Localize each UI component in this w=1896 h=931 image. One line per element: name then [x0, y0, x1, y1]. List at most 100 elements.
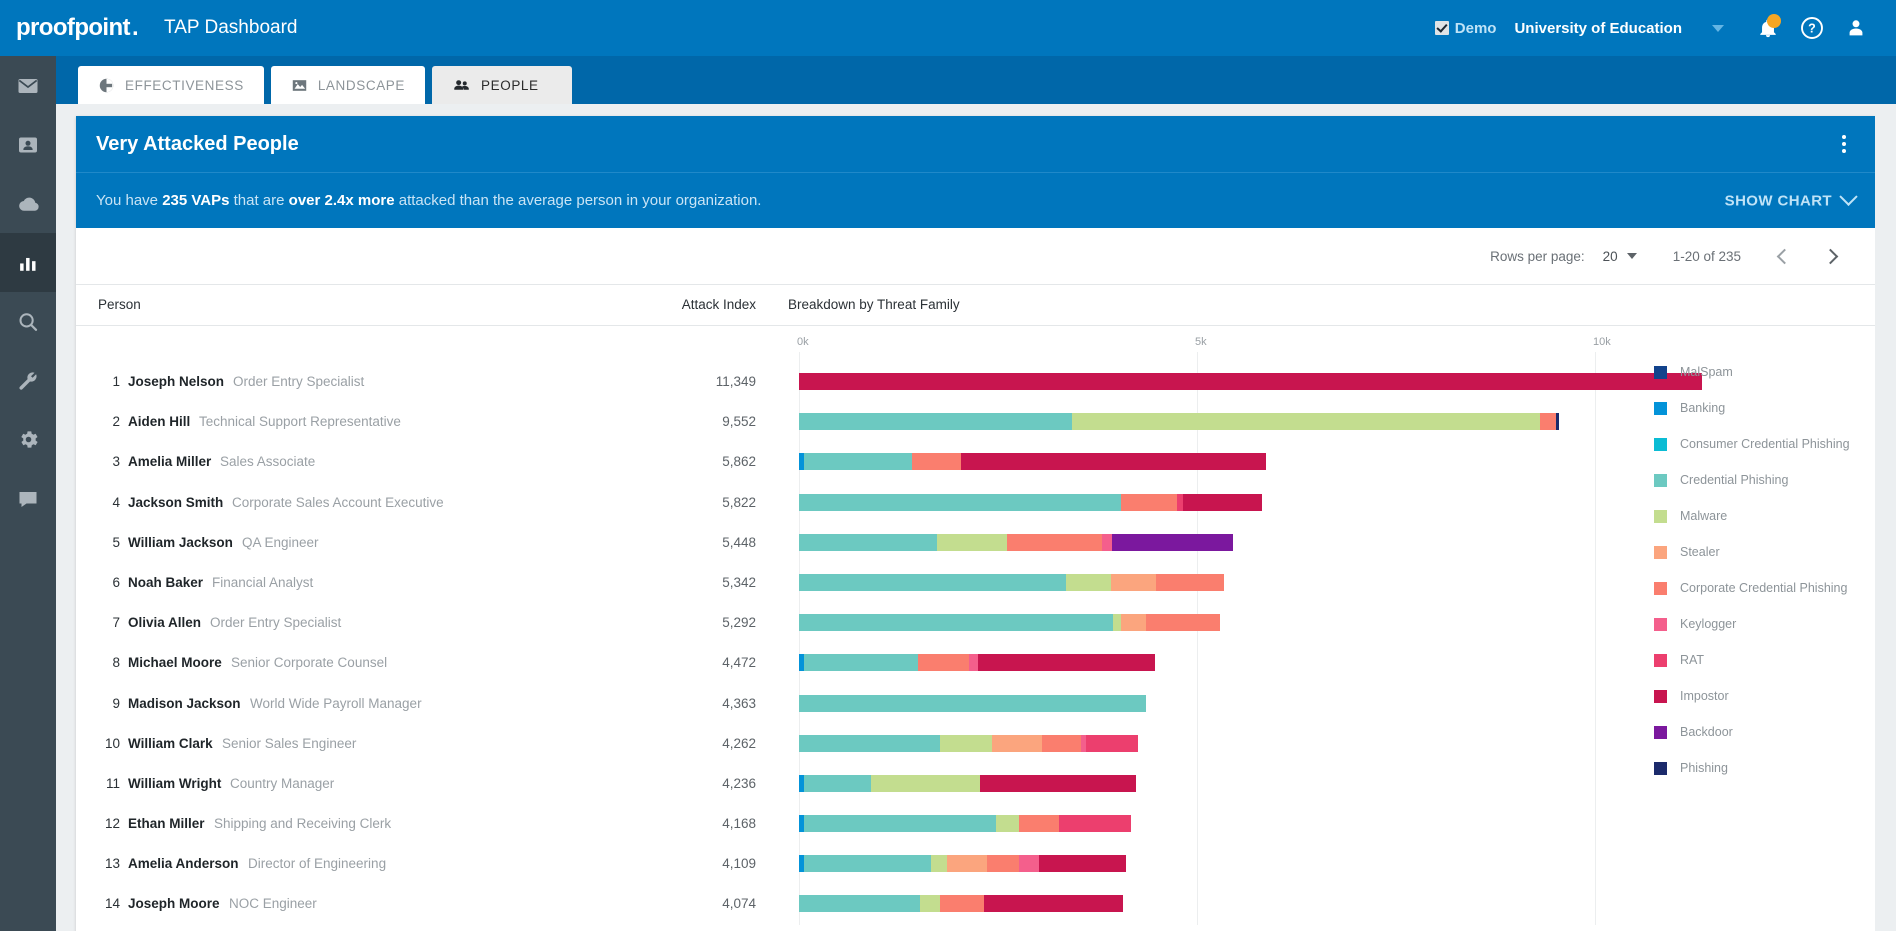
threat-breakdown-bar[interactable]: [799, 735, 1138, 752]
bar-segment[interactable]: [804, 654, 918, 671]
bar-segment[interactable]: [992, 735, 1041, 752]
demo-checkbox[interactable]: [1435, 21, 1449, 35]
table-row[interactable]: 11William WrightCountry Manager4,236: [76, 764, 1875, 804]
table-row[interactable]: 8Michael MooreSenior Corporate Counsel4,…: [76, 643, 1875, 683]
legend-item[interactable]: Phishing: [1654, 760, 1854, 776]
bar-segment[interactable]: [987, 855, 1019, 872]
column-header-attack-index[interactable]: Attack Index: [636, 297, 756, 312]
bar-segment[interactable]: [920, 895, 940, 912]
table-row[interactable]: 3Amelia MillerSales Associate5,862: [76, 442, 1875, 482]
bar-segment[interactable]: [931, 855, 947, 872]
person-name[interactable]: Ethan Miller: [128, 816, 205, 831]
threat-breakdown-bar[interactable]: [799, 775, 1136, 792]
tab-landscape[interactable]: LANDSCAPE: [271, 66, 425, 104]
person-name[interactable]: Aiden Hill: [128, 414, 190, 429]
legend-item[interactable]: Backdoor: [1654, 724, 1854, 740]
bar-segment[interactable]: [1042, 735, 1081, 752]
person-name[interactable]: William Clark: [128, 736, 213, 751]
threat-breakdown-bar[interactable]: [799, 895, 1123, 912]
table-row[interactable]: 5William JacksonQA Engineer5,448: [76, 523, 1875, 563]
bar-segment[interactable]: [947, 855, 987, 872]
bar-segment[interactable]: [804, 775, 871, 792]
previous-page-button[interactable]: [1761, 236, 1807, 276]
legend-item[interactable]: Corporate Credential Phishing: [1654, 580, 1854, 596]
proofpoint-logo[interactable]: proofpoint .: [16, 14, 138, 42]
bar-segment[interactable]: [1540, 413, 1556, 430]
bar-segment[interactable]: [1019, 855, 1040, 872]
table-row[interactable]: 13Amelia AndersonDirector of Engineering…: [76, 844, 1875, 884]
threat-breakdown-bar[interactable]: [799, 494, 1262, 511]
show-chart-button[interactable]: SHOW CHART: [1725, 192, 1855, 209]
table-row[interactable]: 6Noah BakerFinancial Analyst5,342: [76, 563, 1875, 603]
bar-segment[interactable]: [940, 735, 993, 752]
next-page-button[interactable]: [1807, 236, 1853, 276]
sidebar-item-mail[interactable]: [0, 56, 56, 115]
sidebar-item-cloud[interactable]: [0, 174, 56, 233]
bar-segment[interactable]: [1183, 494, 1263, 511]
column-header-breakdown[interactable]: Breakdown by Threat Family: [788, 297, 960, 312]
legend-item[interactable]: Keylogger: [1654, 616, 1854, 632]
bar-segment[interactable]: [1039, 855, 1126, 872]
bar-segment[interactable]: [1146, 614, 1220, 631]
table-row[interactable]: 4Jackson SmithCorporate Sales Account Ex…: [76, 483, 1875, 523]
bar-segment[interactable]: [978, 654, 1155, 671]
help-button[interactable]: ?: [1790, 6, 1834, 50]
bar-segment[interactable]: [804, 815, 996, 832]
bar-segment[interactable]: [1111, 574, 1156, 591]
user-account-button[interactable]: [1834, 6, 1878, 50]
sidebar-item-search[interactable]: [0, 292, 56, 351]
bar-segment[interactable]: [918, 654, 969, 671]
threat-breakdown-bar[interactable]: [799, 574, 1224, 591]
bar-segment[interactable]: [980, 775, 1136, 792]
person-name[interactable]: Madison Jackson: [128, 696, 241, 711]
bar-segment[interactable]: [984, 895, 1124, 912]
person-name[interactable]: Amelia Anderson: [128, 856, 239, 871]
person-name[interactable]: Noah Baker: [128, 575, 203, 590]
person-name[interactable]: William Wright: [128, 776, 221, 791]
threat-breakdown-bar[interactable]: [799, 373, 1702, 390]
threat-breakdown-bar[interactable]: [799, 815, 1131, 832]
legend-item[interactable]: Banking: [1654, 400, 1854, 416]
table-row[interactable]: 2Aiden HillTechnical Support Representat…: [76, 402, 1875, 442]
threat-breakdown-bar[interactable]: [799, 654, 1155, 671]
bar-segment[interactable]: [1556, 413, 1559, 430]
sidebar-item-support[interactable]: [0, 469, 56, 528]
legend-item[interactable]: Stealer: [1654, 544, 1854, 560]
threat-breakdown-bar[interactable]: [799, 453, 1266, 470]
bar-segment[interactable]: [799, 614, 1113, 631]
bar-segment[interactable]: [799, 534, 937, 551]
bar-segment[interactable]: [1007, 534, 1103, 551]
bar-segment[interactable]: [1121, 614, 1146, 631]
bar-segment[interactable]: [804, 453, 912, 470]
sidebar-item-tools[interactable]: [0, 351, 56, 410]
bar-segment[interactable]: [1059, 815, 1130, 832]
column-header-person[interactable]: Person: [98, 297, 141, 312]
bar-segment[interactable]: [799, 494, 1121, 511]
person-name[interactable]: Joseph Moore: [128, 896, 220, 911]
person-name[interactable]: Joseph Nelson: [128, 374, 224, 389]
bar-segment[interactable]: [1019, 815, 1059, 832]
table-row[interactable]: 12Ethan MillerShipping and Receiving Cle…: [76, 804, 1875, 844]
bar-segment[interactable]: [804, 855, 931, 872]
threat-breakdown-bar[interactable]: [799, 614, 1220, 631]
right-scroll-gutter[interactable]: [1875, 0, 1896, 931]
tab-people[interactable]: PEOPLE: [432, 66, 572, 104]
bar-segment[interactable]: [961, 453, 1265, 470]
threat-breakdown-bar[interactable]: [799, 534, 1233, 551]
bar-segment[interactable]: [937, 534, 1007, 551]
person-name[interactable]: Amelia Miller: [128, 454, 211, 469]
person-name[interactable]: William Jackson: [128, 535, 233, 550]
bar-segment[interactable]: [1156, 574, 1225, 591]
threat-breakdown-bar[interactable]: [799, 695, 1146, 712]
sidebar-item-settings[interactable]: [0, 410, 56, 469]
legend-item[interactable]: Impostor: [1654, 688, 1854, 704]
table-row[interactable]: 9Madison JacksonWorld Wide Payroll Manag…: [76, 684, 1875, 724]
bar-segment[interactable]: [1121, 494, 1178, 511]
bar-segment[interactable]: [1102, 534, 1112, 551]
bar-segment[interactable]: [871, 775, 980, 792]
threat-breakdown-bar[interactable]: [799, 855, 1126, 872]
notification-bell-button[interactable]: [1746, 6, 1790, 50]
bar-segment[interactable]: [799, 695, 1146, 712]
demo-toggle[interactable]: Demo: [1435, 20, 1497, 37]
threat-breakdown-bar[interactable]: [799, 413, 1559, 430]
